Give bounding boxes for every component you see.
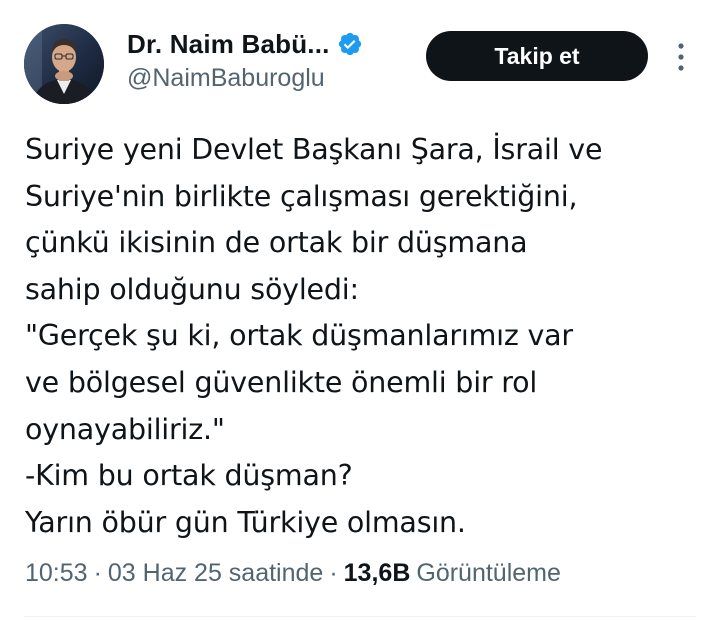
tweet-text-line: "Gerçek şu ki, ortak düşmanlarımız var [25,319,573,353]
tweet-time[interactable]: 10:53 [25,559,88,588]
meta-separator: · [329,559,338,587]
tweet-text-line: Suriye yeni Devlet Başkanı Şara, İsrail … [25,133,603,166]
views-label: Görüntüleme [416,559,561,587]
tweet-meta: 10:53 · 03 Haz 25 saatinde · 13,6B Görün… [25,559,561,588]
avatar-photo [24,24,104,104]
more-vertical-icon[interactable] [671,40,691,74]
tweet-text-line: çünkü ikisinin de ortak bir düşmana [25,226,528,260]
divider [24,616,696,617]
tweet-card: Dr. Naim Babü... @NaimBaburoglu Takip et… [0,0,720,623]
author-handle[interactable]: @NaimBaburoglu [127,64,325,93]
author-display-name[interactable]: Dr. Naim Babü... [127,29,330,60]
follow-button[interactable]: Takip et [426,31,648,81]
tweet-text-line: ve bölgesel güvenlikte önemli bir rol [25,365,538,399]
meta-separator: · [93,559,102,587]
author-name-row: Dr. Naim Babü... [127,27,363,61]
tweet-text-line: oynayabiliriz." [25,412,225,446]
tweet-text-line: -Kim bu ortak düşman? [25,459,353,493]
tweet-date[interactable]: 03 Haz 25 saatinde [108,559,323,588]
views-count: 13,6B [343,559,411,587]
tweet-text-line: Yarın öbür gün Türkiye olmasın. [25,505,466,539]
tweet-text: Suriye yeni Devlet Başkanı Şara, İsrail … [25,127,715,546]
avatar[interactable] [24,24,104,104]
tweet-text-line: Suriye'nin birlikte çalışması gerektiğin… [25,179,578,213]
tweet-text-line: sahip olduğunu söyledi: [25,272,359,306]
verified-badge-icon[interactable] [337,31,363,57]
